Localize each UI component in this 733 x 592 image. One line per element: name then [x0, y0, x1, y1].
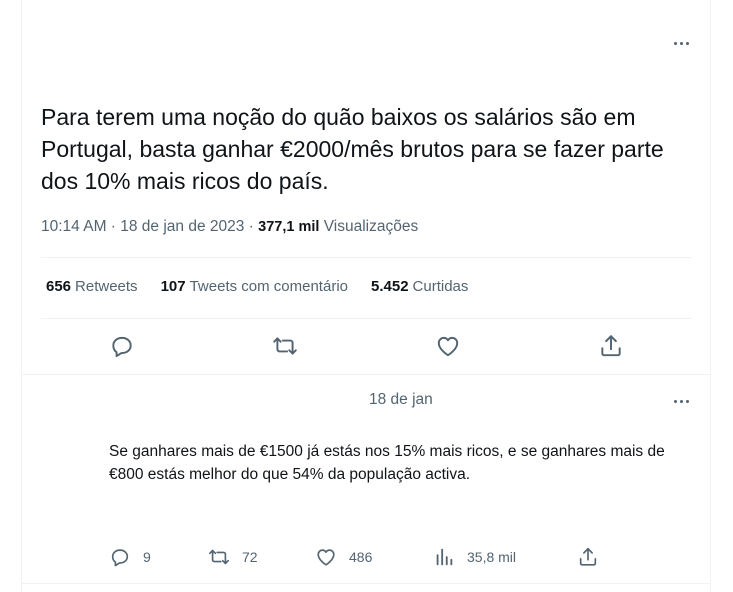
- more-options-icon[interactable]: [671, 33, 691, 53]
- like-icon[interactable]: [435, 333, 461, 359]
- retweets-label: Retweets: [75, 278, 138, 295]
- more-options-icon[interactable]: [671, 391, 691, 411]
- reply-icon[interactable]: [109, 333, 135, 359]
- retweet-icon[interactable]: [272, 333, 298, 359]
- retweet-icon: [209, 549, 229, 565]
- tweet-views-label: Visualizações: [323, 218, 419, 235]
- reply-views-button[interactable]: 35,8 mil: [433, 546, 516, 568]
- likes-label: Curtidas: [412, 278, 469, 295]
- likes-stat[interactable]: 5.452 Curtidas: [371, 278, 468, 295]
- analytics-icon: [436, 548, 453, 566]
- divider: [41, 257, 692, 258]
- like-count: 486: [349, 549, 373, 565]
- likes-count: 5.452: [371, 278, 409, 295]
- quotes-label: Tweets com comentário: [189, 278, 348, 295]
- reply-count: 9: [143, 549, 151, 565]
- tweet-timestamp[interactable]: 10:14 AM · 18 de jan de 2023 ·: [41, 218, 258, 235]
- reply-like-button[interactable]: 486: [315, 546, 372, 568]
- views-count: 35,8 mil: [467, 549, 517, 565]
- divider: [22, 583, 711, 584]
- like-icon: [317, 549, 335, 566]
- quotes-count: 107: [160, 278, 186, 295]
- quotes-stat[interactable]: 107 Tweets com comentário: [161, 278, 348, 295]
- share-icon[interactable]: [598, 333, 624, 359]
- divider: [41, 318, 692, 319]
- share-icon: [579, 547, 597, 566]
- reply-icon: [111, 549, 129, 567]
- reply-share-button[interactable]: [577, 546, 611, 568]
- retweets-stat[interactable]: 656 Retweets: [46, 278, 138, 295]
- tweet-stats: 656 Retweets 107 Tweets com comentário 5.4…: [46, 278, 491, 295]
- timeline-column: [21, 0, 711, 592]
- retweets-count: 656: [46, 278, 72, 295]
- tweet-meta: 10:14 AM · 18 de jan de 2023 · 377,1 mil…: [41, 218, 418, 236]
- reply-reply-button[interactable]: 9: [109, 546, 151, 568]
- divider: [22, 374, 711, 375]
- tweet-views-count: 377,1 mil: [258, 219, 320, 235]
- reply-date[interactable]: 18 de jan: [369, 391, 433, 409]
- retweet-count: 72: [242, 549, 258, 565]
- reply-retweet-button[interactable]: 72: [208, 546, 258, 568]
- tweet-text: Para terem uma noção do quão baixos os s…: [41, 104, 664, 194]
- reply-text: Se ganhares mais de €1500 já estás nos 1…: [109, 443, 665, 483]
